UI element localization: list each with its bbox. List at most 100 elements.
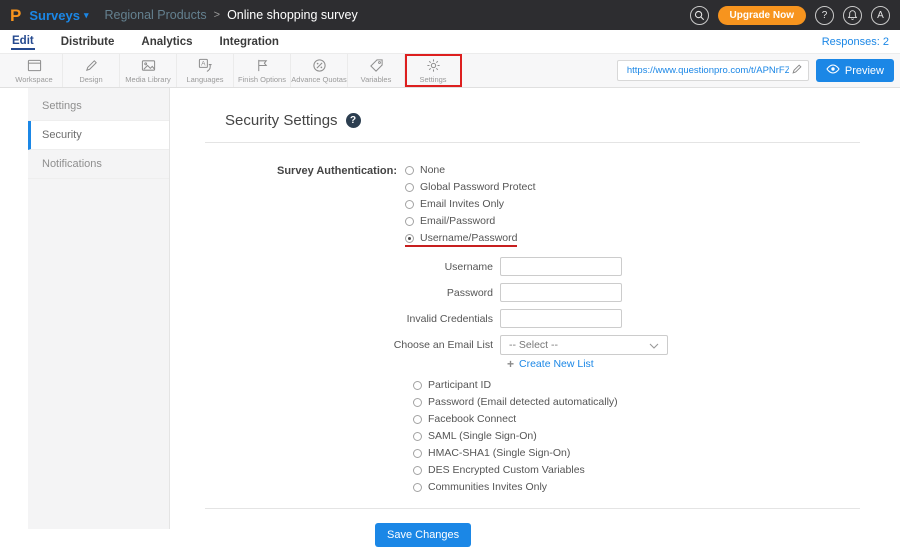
radio-option-label: Participant ID	[428, 379, 492, 391]
toolbar-item-label: Settings	[419, 74, 447, 84]
radio-option[interactable]: SAML (Single Sign-On)	[413, 430, 537, 443]
toolbar-item-settings[interactable]: Settings	[405, 54, 462, 87]
radio-button-icon[interactable]	[405, 233, 414, 243]
toolbar-item-label: Languages	[186, 74, 224, 84]
create-new-list-link[interactable]: + Create New List	[507, 358, 594, 370]
page-title: Security Settings	[225, 112, 338, 129]
password-input[interactable]	[500, 283, 622, 302]
finish-options-icon	[255, 58, 270, 73]
toolbar-item-languages[interactable]: A Languages	[177, 54, 234, 87]
radio-option[interactable]: Participant ID	[413, 379, 491, 392]
plus-icon: +	[507, 357, 515, 371]
languages-icon: A	[198, 58, 213, 73]
security-settings-panel: Security Settings ? Survey Authenticatio…	[170, 88, 900, 547]
email-list-row: Choose an Email List -- Select --	[225, 335, 860, 355]
breadcrumb-folder[interactable]: Regional Products	[104, 8, 206, 22]
username-input[interactable]	[500, 257, 622, 276]
radio-option[interactable]: Email/Password	[405, 215, 495, 228]
toolbar-item-label: Variables	[360, 74, 392, 84]
radio-option-label: HMAC-SHA1 (Single Sign-On)	[428, 447, 571, 459]
tab-edit[interactable]: Edit	[11, 33, 35, 50]
radio-option[interactable]: Username/Password	[405, 232, 518, 247]
radio-option[interactable]: Global Password Protect	[405, 181, 536, 194]
survey-url-input[interactable]	[624, 64, 791, 77]
radio-button-icon[interactable]	[405, 182, 414, 192]
email-list-selected-value: -- Select --	[509, 339, 559, 351]
avatar[interactable]: A	[871, 5, 890, 25]
questionpro-logo[interactable]: P	[10, 7, 21, 24]
toolbar-item-advance-quotas[interactable]: Advance Quotas	[291, 54, 348, 87]
design-icon	[84, 58, 99, 73]
username-row: Username	[225, 257, 860, 276]
radio-button-icon[interactable]	[413, 465, 422, 475]
radio-option[interactable]: Communities Invites Only	[413, 481, 547, 494]
radio-option[interactable]: None	[405, 164, 445, 177]
toolbar-item-label: Media Library	[125, 74, 171, 84]
preview-button-label: Preview	[844, 64, 884, 77]
left-gutter	[0, 88, 28, 529]
radio-option[interactable]: DES Encrypted Custom Variables	[413, 464, 585, 477]
surveys-menu[interactable]: Surveys ▾	[29, 8, 88, 23]
radio-option[interactable]: Password (Email detected automatically)	[413, 396, 618, 409]
tab-analytics[interactable]: Analytics	[140, 34, 193, 49]
radio-option-label: DES Encrypted Custom Variables	[428, 464, 585, 476]
eye-icon	[826, 64, 840, 77]
upgrade-now-button[interactable]: Upgrade Now	[717, 5, 806, 25]
sidebar-item-settings[interactable]: Settings	[28, 92, 169, 121]
sidebar-item-notifications[interactable]: Notifications	[28, 150, 169, 179]
radio-option-label: Password (Email detected automatically)	[428, 396, 618, 408]
toolbar-item-variables[interactable]: Variables	[348, 54, 405, 87]
radio-button-icon[interactable]	[405, 216, 414, 226]
search-icon[interactable]	[689, 5, 709, 25]
radio-button-icon[interactable]	[413, 482, 422, 492]
radio-button-icon[interactable]	[405, 199, 414, 209]
chevron-down-icon	[649, 336, 659, 354]
password-label: Password	[446, 286, 493, 299]
edit-toolbar: Workspace Design Media Library A Languag…	[0, 53, 900, 88]
settings-gear-icon	[426, 58, 441, 73]
radio-button-icon[interactable]	[413, 414, 422, 424]
radio-option-label: Communities Invites Only	[428, 481, 548, 493]
toolbar-item-label: Workspace	[15, 74, 53, 84]
radio-button-icon[interactable]	[413, 448, 422, 458]
title-row: Security Settings ?	[225, 112, 860, 129]
security-form: Survey Authentication: None Global Passw…	[205, 143, 860, 547]
radio-button-icon[interactable]	[413, 431, 422, 441]
preview-button[interactable]: Preview	[815, 59, 894, 82]
toolbar-item-media-library[interactable]: Media Library	[120, 54, 177, 87]
toolbar-item-label: Finish Options	[238, 74, 286, 84]
save-changes-button[interactable]: Save Changes	[375, 523, 472, 547]
invalid-credentials-input[interactable]	[500, 309, 622, 328]
radio-option-label: SAML (Single Sign-On)	[428, 430, 537, 442]
edit-url-pencil-icon[interactable]	[791, 62, 803, 80]
toolbar-item-finish-options[interactable]: Finish Options	[234, 54, 291, 87]
tab-distribute[interactable]: Distribute	[60, 34, 116, 49]
surveys-menu-label: Surveys	[29, 7, 80, 23]
radio-option[interactable]: HMAC-SHA1 (Single Sign-On)	[413, 447, 570, 460]
tab-integration[interactable]: Integration	[219, 34, 280, 49]
email-list-label: Choose an Email List	[393, 339, 493, 351]
help-icon[interactable]: ?	[345, 113, 361, 128]
toolbar-item-workspace[interactable]: Workspace	[6, 54, 63, 87]
toolbar-right: Preview	[616, 54, 894, 87]
toolbar-item-design[interactable]: Design	[63, 54, 120, 87]
sidebar-item-security[interactable]: Security	[28, 121, 169, 150]
topbar-actions: Upgrade Now ? A	[689, 5, 890, 25]
radio-button-icon[interactable]	[413, 380, 422, 390]
credential-fields: Username Password Invalid Credentials Ch…	[225, 257, 860, 355]
survey-authentication-label: Survey Authentication:	[277, 165, 397, 177]
toolbar-item-label: Advance Quotas	[291, 74, 347, 84]
topbar: P Surveys ▾ Regional Products > Online s…	[0, 0, 900, 30]
radio-option-label: Email Invites Only	[420, 198, 505, 210]
email-list-select[interactable]: -- Select --	[500, 335, 668, 355]
password-row: Password	[225, 283, 860, 302]
radio-button-icon[interactable]	[413, 397, 422, 407]
help-icon[interactable]: ?	[815, 5, 834, 25]
radio-option[interactable]: Facebook Connect	[413, 413, 516, 426]
radio-button-icon[interactable]	[405, 165, 414, 175]
notifications-bell-icon[interactable]	[843, 5, 862, 25]
responses-count[interactable]: Responses: 2	[822, 36, 889, 48]
save-row: Save Changes	[375, 523, 860, 547]
radio-option-label: None	[420, 164, 446, 176]
radio-option[interactable]: Email Invites Only	[405, 198, 504, 211]
